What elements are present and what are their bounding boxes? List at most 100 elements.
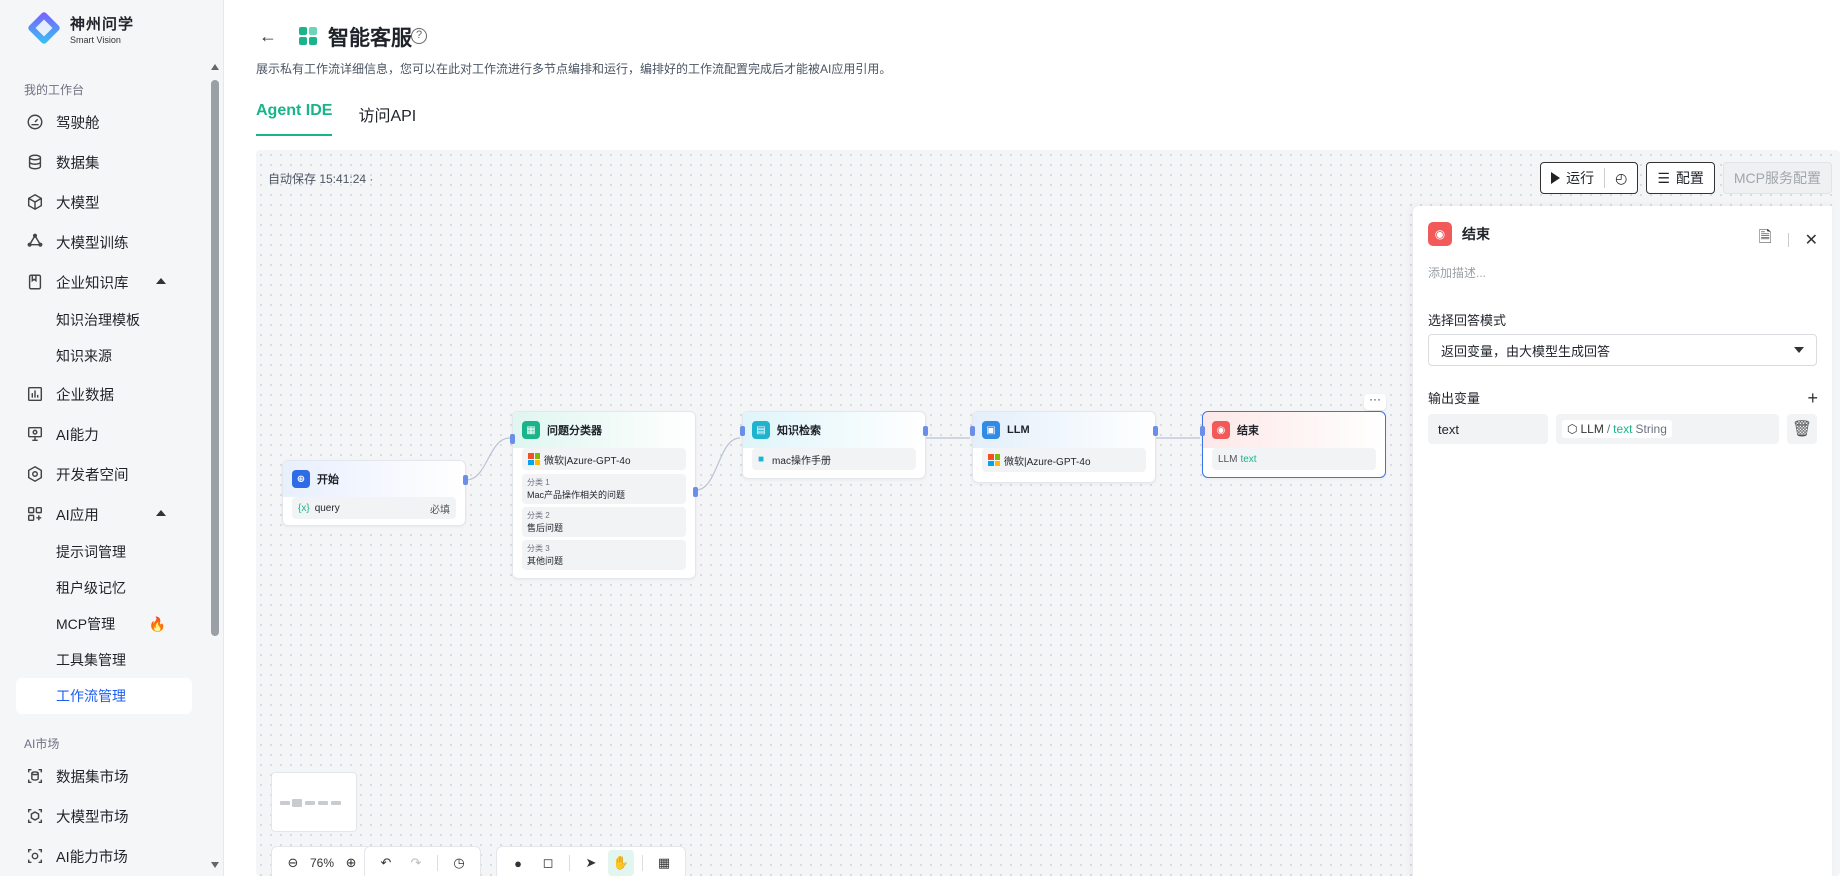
- close-icon[interactable]: ✕: [1805, 230, 1818, 250]
- classifier-category-2[interactable]: 分类 2 售后问题: [522, 507, 686, 537]
- sidebar-subitem-toolsets[interactable]: 工具集管理: [0, 642, 208, 678]
- logo[interactable]: 神州问学 Smart Vision: [24, 10, 134, 48]
- sidebar-subitem-knowledge-sources[interactable]: 知识来源: [0, 338, 208, 374]
- scrollbar-thumb[interactable]: [211, 80, 219, 636]
- collapse-caret-icon[interactable]: [156, 510, 166, 516]
- zoom-toolbar: ⊖ 76% ⊕: [271, 846, 374, 876]
- description-input[interactable]: 添加描述...: [1428, 264, 1486, 281]
- start-variable-row[interactable]: {x} query 必填: [292, 497, 456, 519]
- classifier-category-1[interactable]: 分类 1 Mac产品操作相关的问题: [522, 474, 686, 504]
- bar-chart-icon: [26, 385, 44, 403]
- model-market-icon: [26, 807, 44, 825]
- input-handle[interactable]: [510, 434, 515, 444]
- sidebar-item-model-market[interactable]: 大模型市场: [0, 796, 208, 836]
- input-handle[interactable]: [740, 426, 745, 436]
- output-variable-name[interactable]: text: [1428, 414, 1548, 444]
- node-more-icon[interactable]: ···: [1364, 393, 1386, 410]
- sidebar-item-ai-capability[interactable]: AI能力: [0, 414, 208, 454]
- hand-pan-icon[interactable]: ✋: [608, 850, 634, 876]
- retrieval-kb-row[interactable]: ■ mac操作手册: [752, 448, 916, 470]
- sidebar-scrollbar[interactable]: [208, 60, 222, 876]
- end-output-row[interactable]: LLM text: [1212, 448, 1376, 470]
- sidebar-item-enterprise-data[interactable]: 企业数据: [0, 374, 208, 414]
- sidebar-item-dashboard[interactable]: 驾驶舱: [0, 102, 208, 142]
- zoom-in-icon[interactable]: ⊕: [338, 850, 364, 876]
- ref-node-name: LLM: [1580, 422, 1604, 436]
- add-variable-icon[interactable]: +: [1807, 388, 1818, 409]
- add-note-icon[interactable]: ◻: [535, 850, 561, 876]
- answer-mode-select[interactable]: 返回变量，由大模型生成回答: [1428, 334, 1817, 366]
- sidebar-item-label: 数据集市场: [56, 769, 129, 786]
- tab-agent-ide[interactable]: Agent IDE: [256, 102, 333, 136]
- tab-api-access[interactable]: 访问API: [358, 102, 416, 136]
- sidebar-item-label: 大模型: [56, 195, 100, 212]
- node-question-classifier[interactable]: ▦ 问题分类器 微软|Azure-GPT-4o 分类 1 Mac产品操作相关的问…: [510, 411, 698, 579]
- pointer-icon[interactable]: ➤: [578, 850, 604, 876]
- output-handle[interactable]: [1153, 426, 1158, 436]
- sidebar-subitem-tenant-memory[interactable]: 租户级记忆: [0, 570, 208, 606]
- undo-icon[interactable]: ↶: [373, 850, 399, 876]
- category-key: 分类 2: [527, 511, 550, 520]
- sidebar-item-training[interactable]: 大模型训练: [0, 222, 208, 262]
- node-end[interactable]: ◉ 结束 LLM text: [1200, 411, 1386, 478]
- sidebar-item-datasets[interactable]: 数据集: [0, 142, 208, 182]
- end-pin-icon: ◉: [1212, 421, 1230, 439]
- classifier-model-row[interactable]: 微软|Azure-GPT-4o: [522, 448, 686, 470]
- sidebar-subitem-prompts[interactable]: 提示词管理: [0, 534, 208, 570]
- app-grid-icon: [299, 27, 317, 45]
- classifier-category-3[interactable]: 分类 3 其他问题: [522, 540, 686, 570]
- ref-separator: /: [1606, 422, 1611, 436]
- answer-mode-value: 返回变量，由大模型生成回答: [1441, 343, 1611, 359]
- version-history-icon[interactable]: ◷: [446, 850, 472, 876]
- sidebar-item-knowledge-base[interactable]: 企业知识库: [0, 262, 208, 302]
- sidebar-item-models[interactable]: 大模型: [0, 182, 208, 222]
- ai-market-icon: [26, 847, 44, 865]
- delete-variable-icon[interactable]: 🗑: [1787, 414, 1817, 444]
- redo-icon[interactable]: ↷: [403, 850, 429, 876]
- sidebar-item-developer-space[interactable]: 开发者空间: [0, 454, 208, 494]
- workflow-canvas[interactable]: 自动保存 15:41:24 · 运行 ◴ ☰ 配置 MCP服务配置 ⊕ 开始 {…: [256, 150, 1840, 876]
- output-handle[interactable]: [923, 426, 928, 436]
- input-handle[interactable]: [970, 426, 975, 436]
- sidebar-item-ai-apps[interactable]: AI应用: [0, 494, 208, 534]
- dataset-market-icon: [26, 767, 44, 785]
- sidebar-subitem-workflows[interactable]: 工作流管理: [16, 678, 192, 714]
- monitor-icon: [26, 425, 44, 443]
- sidebar-item-dataset-market[interactable]: 数据集市场: [0, 756, 208, 796]
- output-variables-label: 输出变量: [1428, 391, 1481, 406]
- node-config-panel: ◉ 结束 🗎 ✕ 添加描述... 选择回答模式 返回变量，由大模型生成回答 输出…: [1413, 206, 1832, 876]
- node-start[interactable]: ⊕ 开始 {x} query 必填: [282, 460, 468, 526]
- brand-name: 神州问学: [70, 16, 135, 33]
- sidebar: 神州问学 Smart Vision 我的工作台 驾驶舱 数据集 大模型 大模型训…: [0, 0, 224, 876]
- input-handle[interactable]: [1200, 426, 1205, 436]
- sidebar-item-label: 大模型训练: [56, 235, 129, 252]
- collapse-caret-icon[interactable]: [156, 278, 166, 284]
- node-llm[interactable]: ▣ LLM 微软|Azure-GPT-4o: [970, 411, 1158, 483]
- llm-model-row[interactable]: 微软|Azure-GPT-4o: [982, 448, 1146, 472]
- start-crosshair-icon: ⊕: [292, 470, 310, 488]
- brand-subtitle: Smart Vision: [70, 35, 121, 45]
- help-question-icon[interactable]: ?: [411, 28, 427, 44]
- sidebar-subitem-knowledge-templates[interactable]: 知识治理模板: [0, 302, 208, 338]
- history-toolbar: ↶ ↷ ◷: [364, 846, 481, 876]
- answer-mode-label: 选择回答模式: [1428, 313, 1507, 328]
- output-handle[interactable]: [693, 487, 698, 497]
- back-arrow-icon[interactable]: ←: [256, 24, 280, 48]
- sidebar-item-label: AI能力: [56, 427, 99, 444]
- scroll-down-arrow-icon[interactable]: [211, 862, 219, 868]
- tools-toolbar: ● ◻ ➤ ✋ ▦: [496, 846, 686, 876]
- minimap[interactable]: [271, 772, 357, 832]
- node-classifier-title: 问题分类器: [547, 425, 602, 437]
- add-node-icon[interactable]: ●: [505, 850, 531, 876]
- node-knowledge-retrieval[interactable]: ▤ 知识检索 ■ mac操作手册: [740, 411, 928, 479]
- zoom-out-icon[interactable]: ⊖: [280, 850, 306, 876]
- notes-icon[interactable]: 🗎: [1759, 226, 1772, 253]
- end-pin-icon: ◉: [1428, 222, 1452, 246]
- scroll-up-arrow-icon[interactable]: [211, 64, 219, 70]
- nav-section-workbench: 我的工作台: [24, 83, 85, 97]
- sidebar-subitem-mcp[interactable]: MCP管理 🔥: [0, 606, 208, 642]
- output-variable-reference[interactable]: ⬡ LLM / text String: [1556, 414, 1779, 444]
- auto-layout-icon[interactable]: ▦: [651, 850, 677, 876]
- sidebar-item-ai-capability-market[interactable]: AI能力市场: [0, 836, 208, 876]
- output-handle[interactable]: [463, 475, 468, 485]
